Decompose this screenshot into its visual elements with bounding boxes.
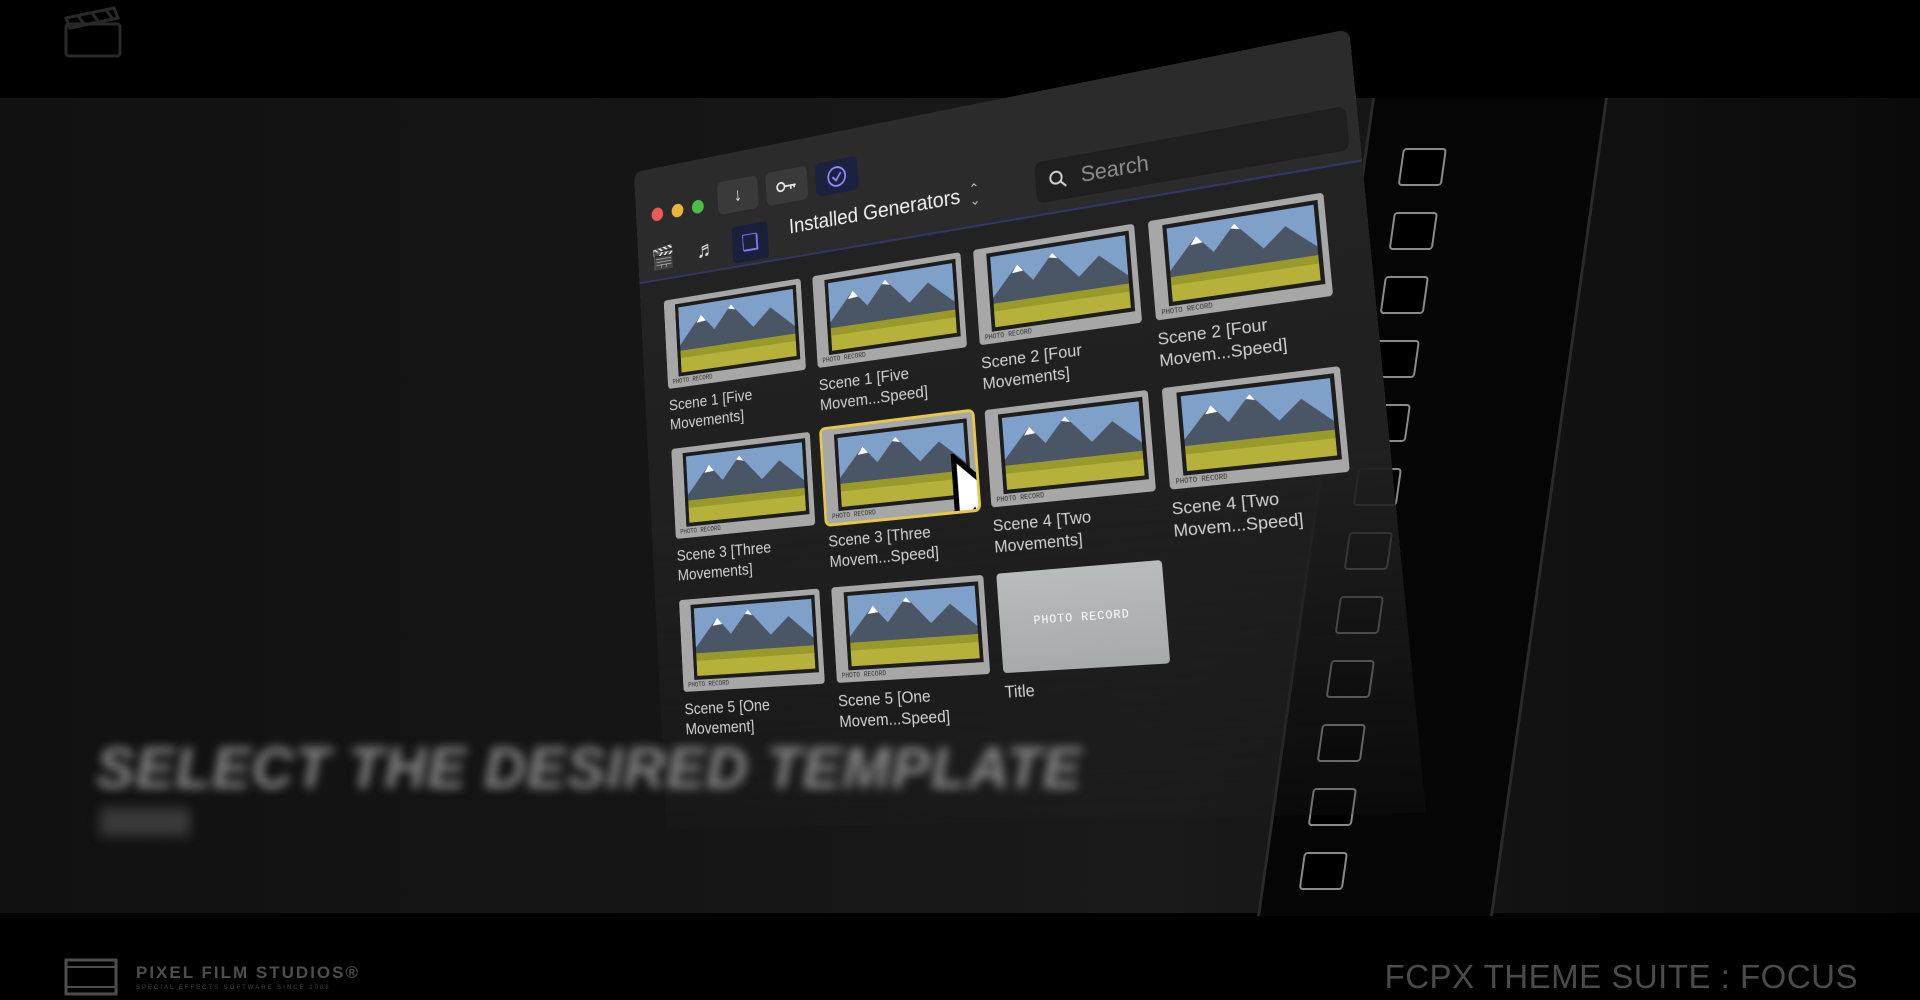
studio-tagline: SPECIAL EFFECTS SOFTWARE SINCE 2008 bbox=[136, 985, 360, 991]
generator-tile[interactable]: PHOTO RECORD Scene 1 [Five Movem...Speed] bbox=[812, 252, 970, 415]
down-arrow-icon: ↓ bbox=[733, 184, 742, 206]
film-sprocket-hole bbox=[1398, 148, 1447, 186]
tab-libraries[interactable]: 🎬 bbox=[645, 237, 681, 279]
generator-label: Scene 3 [Three Movem...Speed] bbox=[828, 517, 982, 572]
generator-tile[interactable]: PHOTO RECORD Scene 4 [Two Movements] bbox=[985, 390, 1161, 558]
generator-tile[interactable]: PHOTO RECORD Scene 5 [One Movement] bbox=[679, 589, 828, 740]
keyword-button[interactable] bbox=[765, 166, 808, 207]
generator-tile[interactable]: PHOTO RECORD Scene 3 [Three Movements] bbox=[671, 432, 818, 585]
overlay-subcaption-blur bbox=[100, 808, 190, 836]
film-studio-logo-icon bbox=[64, 958, 118, 996]
generator-tile[interactable]: PHOTO RECORD Scene 3 [Three Movem...Speed… bbox=[822, 412, 982, 572]
generator-tile[interactable]: PHOTO RECORD Scene 4 [Two Movem...Speed] bbox=[1162, 366, 1355, 542]
product-title: FCPX THEME SUITE : FOCUS bbox=[1385, 958, 1858, 996]
close-window-button[interactable] bbox=[651, 207, 663, 222]
film-sprocket-hole bbox=[1299, 852, 1348, 890]
film-sprocket-hole bbox=[1380, 276, 1429, 314]
generator-label: Scene 4 [Two Movements] bbox=[992, 499, 1160, 557]
studio-name: PIXEL FILM STUDIOS bbox=[136, 963, 345, 982]
search-icon bbox=[1048, 168, 1068, 191]
tab-titles-generators[interactable]: ❏ bbox=[731, 221, 769, 264]
film-sprocket-hole bbox=[1389, 212, 1438, 250]
generator-label: Scene 5 [One Movem...Speed] bbox=[837, 682, 993, 732]
generator-label: Title bbox=[1004, 672, 1173, 703]
title-card-text: PHOTO RECORD bbox=[1033, 607, 1130, 628]
generator-tile[interactable]: PHOTO RECORD Scene 5 [One Movem...Speed] bbox=[831, 575, 994, 732]
key-icon bbox=[776, 178, 798, 195]
overlay-caption: SELECT THE DESIRED TEMPLATE bbox=[96, 735, 1082, 802]
tab-photos-audio[interactable]: ♬ bbox=[688, 229, 725, 271]
clapperboard-icon bbox=[62, 4, 126, 60]
checkmark-circle-icon bbox=[826, 163, 848, 189]
generator-tile[interactable]: PHOTO RECORD Title bbox=[996, 560, 1174, 724]
generator-label: Scene 4 [Two Movem...Speed] bbox=[1171, 480, 1355, 542]
generator-browser-window: ↓ 🎬 ♬ ❏ Installed Generators ⌃ ⌄ Search … bbox=[634, 29, 1426, 829]
generator-thumbnail[interactable]: PHOTO RECORD bbox=[671, 432, 815, 539]
generator-thumbnail[interactable]: PHOTO RECORD bbox=[985, 390, 1157, 508]
import-button[interactable]: ↓ bbox=[717, 175, 759, 215]
chevron-updown-icon: ⌃ ⌄ bbox=[968, 182, 980, 207]
generator-thumbnail[interactable]: PHOTO RECORD bbox=[1162, 366, 1350, 490]
generator-tile[interactable]: PHOTO RECORD Scene 1 [Five Movements] bbox=[664, 278, 809, 434]
generator-thumbnail[interactable]: PHOTO RECORD bbox=[679, 589, 825, 692]
studio-branding: PIXEL FILM STUDIOS® SPECIAL EFFECTS SOFT… bbox=[64, 958, 360, 996]
clapperboard-star-icon: 🎬 bbox=[651, 243, 675, 273]
generator-label: Scene 3 [Three Movements] bbox=[676, 533, 818, 586]
generator-thumbnail-title[interactable]: PHOTO RECORD bbox=[996, 560, 1170, 673]
generator-icon: ❏ bbox=[741, 228, 760, 257]
generator-label: Scene 5 [One Movement] bbox=[684, 691, 828, 739]
background-tasks-button[interactable] bbox=[815, 156, 859, 197]
studio-trademark: ® bbox=[345, 963, 360, 982]
zoom-window-button[interactable] bbox=[692, 199, 705, 215]
generator-tile[interactable]: PHOTO RECORD Scene 2 [Four Movements] bbox=[973, 224, 1146, 395]
generator-thumbnail[interactable]: PHOTO RECORD bbox=[831, 575, 990, 683]
generator-tile[interactable]: PHOTO RECORD Scene 2 [Four Movem...Speed] bbox=[1148, 193, 1338, 372]
minimize-window-button[interactable] bbox=[671, 203, 683, 219]
generator-thumbnail[interactable]: PHOTO RECORD bbox=[822, 412, 979, 524]
dropdown-label: Installed Generators bbox=[788, 184, 961, 239]
camera-music-icon: ♬ bbox=[696, 236, 716, 265]
